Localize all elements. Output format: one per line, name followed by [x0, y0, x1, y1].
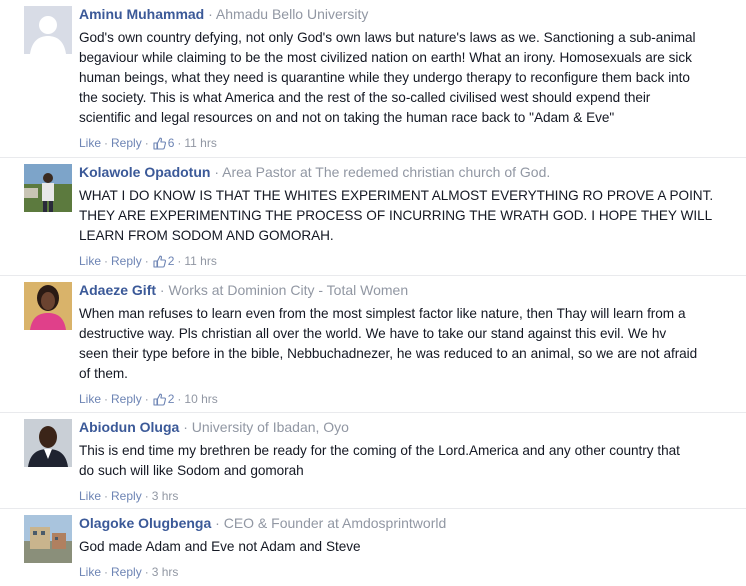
comment-list: Aminu Muhammad · Ahmadu Bello University…	[0, 0, 746, 586]
reply-link[interactable]: Reply	[111, 564, 142, 580]
comment-time[interactable]: 3 hrs	[152, 564, 179, 580]
comment-line: God's own country defying, not only God'…	[79, 30, 696, 45]
comment-line: LEARN FROM SODOM AND GOMORAH.	[79, 228, 334, 243]
reply-link[interactable]: Reply	[111, 135, 142, 151]
comment-text: God's own country defying, not only God'…	[79, 28, 741, 128]
building-photo-icon	[24, 515, 72, 563]
comment-text: This is end time my brethren be ready fo…	[79, 441, 741, 481]
comment-affiliation: Area Pastor at The redemed christian chu…	[222, 164, 551, 180]
reply-link[interactable]: Reply	[111, 391, 142, 407]
comment-line: destructive way. Pls christian all over …	[79, 326, 667, 341]
reply-link[interactable]: Reply	[111, 253, 142, 269]
thumbs-up-icon[interactable]	[153, 255, 166, 268]
comment-author[interactable]: Olagoke Olugbenga	[79, 515, 211, 531]
avatar[interactable]	[24, 164, 72, 212]
man-outdoors-photo-icon	[24, 164, 72, 212]
comment-line: When man refuses to learn even from the …	[79, 306, 686, 321]
thumbs-up-icon[interactable]	[153, 393, 166, 406]
man-portrait-photo-icon	[24, 419, 72, 467]
comment-actions: Like · Reply · 2 · 11 hrs	[79, 253, 217, 269]
comment-line: scientific and legal resources on and no…	[79, 110, 615, 125]
comment-line: WHAT I DO KNOW IS THAT THE WHITES EXPERI…	[79, 188, 714, 203]
comment-author[interactable]: Kolawole Opadotun	[79, 164, 210, 180]
woman-pink-photo-icon	[24, 282, 72, 330]
separator-dot: ·	[183, 419, 188, 435]
avatar[interactable]	[24, 6, 72, 54]
comment-time[interactable]: 11 hrs	[184, 253, 216, 269]
comment-actions: Like · Reply · 3 hrs	[79, 564, 179, 580]
avatar[interactable]	[24, 282, 72, 330]
like-link[interactable]: Like	[79, 253, 101, 269]
divider	[0, 157, 746, 158]
comment-author[interactable]: Abiodun Oluga	[79, 419, 179, 435]
separator-dot: ·	[159, 282, 165, 298]
comment-affiliation: Ahmadu Bello University	[215, 6, 369, 22]
comment-time[interactable]: 3 hrs	[152, 488, 179, 504]
comment-line: the society. This is what America and th…	[79, 90, 651, 105]
separator-dot: ·	[215, 515, 220, 531]
comment-affiliation: CEO & Founder at Amdosprintworld	[223, 515, 447, 531]
separator-dot: ·	[214, 164, 220, 180]
like-count[interactable]: 2	[168, 253, 175, 269]
comment-text: God made Adam and Eve not Adam and Steve	[79, 537, 741, 557]
default-avatar-icon	[24, 6, 72, 54]
comment-line: begaviour while claiming to be the most …	[79, 50, 692, 65]
comment-line: THEY ARE EXPERIMENTING THE PROCESS OF IN…	[79, 208, 713, 223]
separator-dot: ·	[208, 6, 213, 22]
reply-link[interactable]: Reply	[111, 488, 142, 504]
comment-actions: Like · Reply · 2 · 10 hrs	[79, 391, 218, 407]
avatar[interactable]	[24, 515, 72, 563]
divider	[0, 275, 746, 276]
divider	[0, 508, 746, 509]
comment-text: When man refuses to learn even from the …	[79, 304, 741, 384]
comment-time[interactable]: 10 hrs	[184, 391, 217, 407]
like-link[interactable]: Like	[79, 135, 101, 151]
like-count[interactable]: 6	[168, 135, 175, 151]
comment-actions: Like · Reply · 6 · 11 hrs	[79, 135, 217, 151]
like-link[interactable]: Like	[79, 564, 101, 580]
like-count[interactable]: 2	[168, 391, 175, 407]
comment-actions: Like · Reply · 3 hrs	[79, 488, 179, 504]
comment-time[interactable]: 11 hrs	[184, 135, 216, 151]
avatar[interactable]	[24, 419, 72, 467]
like-link[interactable]: Like	[79, 488, 101, 504]
comment-line: of them.	[79, 366, 128, 381]
comment-line: do such will like Sodom and gomorah	[79, 463, 304, 478]
comment-affiliation: University of Ibadan, Oyo	[191, 419, 349, 435]
comment-text: WHAT I DO KNOW IS THAT THE WHITES EXPERI…	[79, 186, 741, 246]
thumbs-up-icon[interactable]	[153, 137, 166, 150]
comment-affiliation: Works at Dominion City - Total Women	[168, 282, 409, 298]
comment-line: God made Adam and Eve not Adam and Steve	[79, 539, 361, 554]
comment-line: This is end time my brethren be ready fo…	[79, 443, 680, 458]
comment-author[interactable]: Adaeze Gift	[79, 282, 156, 298]
comment-line: seen their type before in the bible, Neb…	[79, 346, 698, 361]
like-link[interactable]: Like	[79, 391, 101, 407]
comment-author[interactable]: Aminu Muhammad	[79, 6, 204, 22]
comment-line: human beings, what they need is quaranti…	[79, 70, 690, 85]
divider	[0, 412, 746, 413]
